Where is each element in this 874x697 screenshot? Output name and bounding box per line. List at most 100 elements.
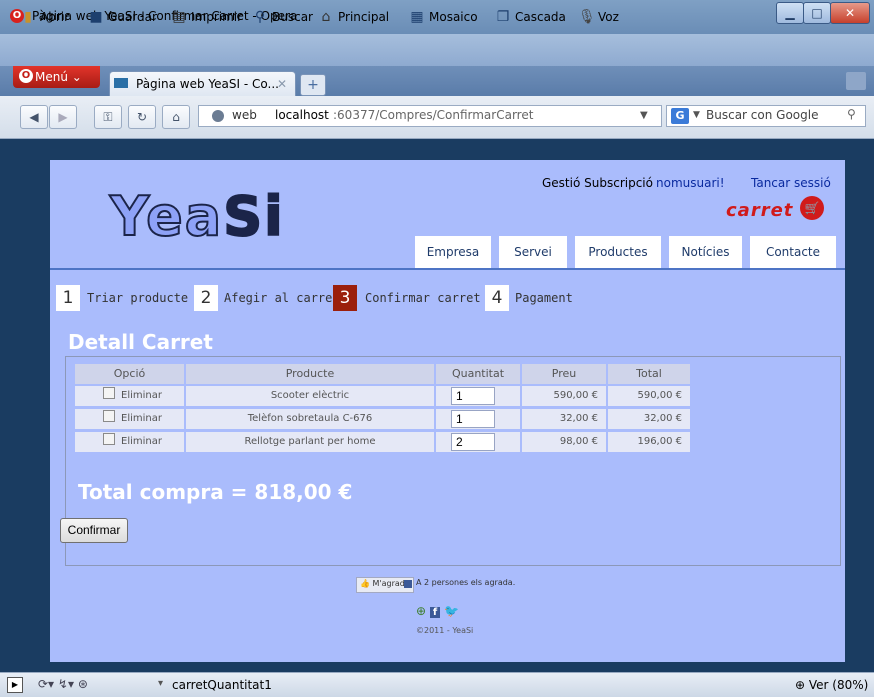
status-dropdown-icon[interactable]: ▾ <box>158 678 163 689</box>
cart-logo[interactable]: carret <box>726 200 793 221</box>
table-row-option: Eliminar <box>75 386 184 406</box>
trash-icon[interactable] <box>846 72 866 90</box>
sync-icon[interactable]: ⟳▾ <box>38 677 54 691</box>
remove-checkbox[interactable] <box>103 433 115 445</box>
nav-divider <box>50 268 845 270</box>
table-cell-total: 196,00 € <box>608 432 690 452</box>
step-4-label: Pagament <box>515 291 573 305</box>
detail-title: Detall Carret <box>68 330 213 354</box>
microphone-icon: 🎙 <box>578 9 596 25</box>
tile-icon: ▦ <box>410 9 424 25</box>
social-icons: ⊕ f 🐦 <box>416 604 459 618</box>
table-cell-price: 32,00 € <box>522 409 606 429</box>
nav-tab-empresa[interactable]: Empresa <box>415 236 491 268</box>
magnifier-icon[interactable]: ⚲ <box>847 107 856 121</box>
facebook-icon[interactable]: f <box>429 607 441 618</box>
globe-icon <box>212 110 224 122</box>
status-icons: ⟳▾ ↯▾ ⊛ <box>38 677 88 691</box>
col-header-price: Preu <box>522 364 606 384</box>
table-cell-product: Rellotge parlant per home <box>186 432 434 452</box>
menu-item-mosaico[interactable]: ▦ Mosaico <box>409 8 477 26</box>
open-icon: ▮ <box>24 9 32 25</box>
table-cell-product: Scooter elèctric <box>186 386 434 406</box>
home-button[interactable]: ⌂ <box>162 105 190 129</box>
address-scheme-label: web <box>232 108 257 122</box>
step-3-label: Confirmar carret <box>365 291 481 305</box>
cascade-icon: ❐ <box>496 9 510 25</box>
menu-bar <box>0 34 874 66</box>
step-1-number: 1 <box>56 285 80 311</box>
remove-checkbox[interactable] <box>103 410 115 422</box>
step-2-number: 2 <box>194 285 218 311</box>
twitter-icon[interactable]: 🐦 <box>444 604 459 618</box>
menu-item-voz[interactable]: 🎙 Voz <box>578 8 619 26</box>
menu-item-principal[interactable]: ⌂ Principal <box>318 8 390 26</box>
step-4-number: 4 <box>485 285 509 311</box>
step-2-label: Afegir al carret <box>224 291 340 305</box>
subscription-link[interactable]: Gestió Subscripció <box>542 176 653 190</box>
table-cell-total: 590,00 € <box>608 386 690 406</box>
menu-item-abrir[interactable]: ▮ Abrir <box>20 8 69 26</box>
table-cell-product: Telèfon sobretaula C-676 <box>186 409 434 429</box>
tab-close-icon[interactable]: ✕ <box>277 77 287 91</box>
logout-link[interactable]: Tancar sessió <box>751 176 831 190</box>
col-header-option: Opció <box>75 364 184 384</box>
address-path: :60377/Compres/ConfirmarCarret <box>333 108 534 122</box>
menu-item-cascada[interactable]: ❐ Cascada <box>495 8 566 26</box>
site-logo[interactable]: YeaSi <box>109 184 285 249</box>
confirm-button[interactable]: Confirmar <box>60 518 128 543</box>
save-icon: ■ <box>89 9 103 25</box>
quantity-input[interactable]: 1 <box>451 387 495 405</box>
tab-yeasi[interactable]: Pàgina web YeaSI - Co... <box>109 71 296 96</box>
share-icon[interactable]: ⊕ <box>416 604 426 618</box>
print-icon: ▤ <box>172 9 186 25</box>
username-link[interactable]: nomusuari! <box>656 176 725 190</box>
favicon-icon <box>114 78 128 88</box>
nav-tab-productes[interactable]: Productes <box>575 236 661 268</box>
table-row-option: Eliminar <box>75 409 184 429</box>
like-count: A 2 persones els agrada. <box>416 578 516 587</box>
search-placeholder: Buscar con Google <box>706 108 819 122</box>
google-icon[interactable]: G <box>671 108 689 124</box>
maximize-button[interactable]: □ <box>803 2 831 24</box>
table-cell-price: 98,00 € <box>522 432 606 452</box>
close-button[interactable]: ✕ <box>830 2 870 24</box>
network-icon[interactable]: ↯▾ <box>58 677 74 691</box>
reload-button[interactable]: ↻ <box>128 105 156 129</box>
facebook-small-icon <box>404 580 412 588</box>
menu-item-buscar[interactable]: ⚲ Buscar <box>252 8 313 26</box>
opera-logo-icon: O <box>19 69 33 83</box>
address-host: localhost <box>275 108 329 122</box>
copyright: ©2011 - YeaSi <box>416 626 474 635</box>
menu-item-imprimir[interactable]: ▤ Imprimir <box>171 8 242 26</box>
step-3-number: 3 <box>333 285 357 311</box>
menu-item-guardar[interactable]: ■ Guardar <box>88 8 157 26</box>
forward-button[interactable]: ▶ <box>49 105 77 129</box>
cart-icon[interactable]: 🛒 <box>800 196 824 220</box>
nav-tab-noticies[interactable]: Notícies <box>669 236 742 268</box>
dropdown-arrow-icon[interactable]: ▼ <box>640 110 648 121</box>
new-tab-button[interactable]: + <box>300 74 326 96</box>
minimize-button[interactable]: ▁ <box>776 2 804 24</box>
col-header-product: Producte <box>186 364 434 384</box>
step-1-label: Triar producte <box>87 291 189 305</box>
col-header-quantity: Quantitat <box>436 364 520 384</box>
col-header-total: Total <box>608 364 690 384</box>
back-button[interactable]: ◀ <box>20 105 48 129</box>
key-icon[interactable]: ⚿ <box>94 105 122 129</box>
status-bar <box>0 672 874 697</box>
nav-tab-servei[interactable]: Servei <box>499 236 567 268</box>
search-engine-dropdown-icon[interactable]: ▼ <box>693 110 700 120</box>
remove-checkbox[interactable] <box>103 387 115 399</box>
home-icon: ⌂ <box>321 9 331 25</box>
table-cell-total: 32,00 € <box>608 409 690 429</box>
table-row-option: Eliminar <box>75 432 184 452</box>
turbo-icon[interactable]: ⊛ <box>78 677 88 691</box>
quantity-input[interactable]: 2 <box>451 433 495 451</box>
zoom-level[interactable]: ⊕ Ver (80%) <box>795 678 868 692</box>
panel-toggle-icon[interactable]: ▶ <box>7 677 23 693</box>
nav-tab-contacte[interactable]: Contacte <box>750 236 836 268</box>
quantity-input[interactable]: 1 <box>451 410 495 428</box>
table-cell-price: 590,00 € <box>522 386 606 406</box>
order-total: Total compra = 818,00 € <box>78 480 353 504</box>
